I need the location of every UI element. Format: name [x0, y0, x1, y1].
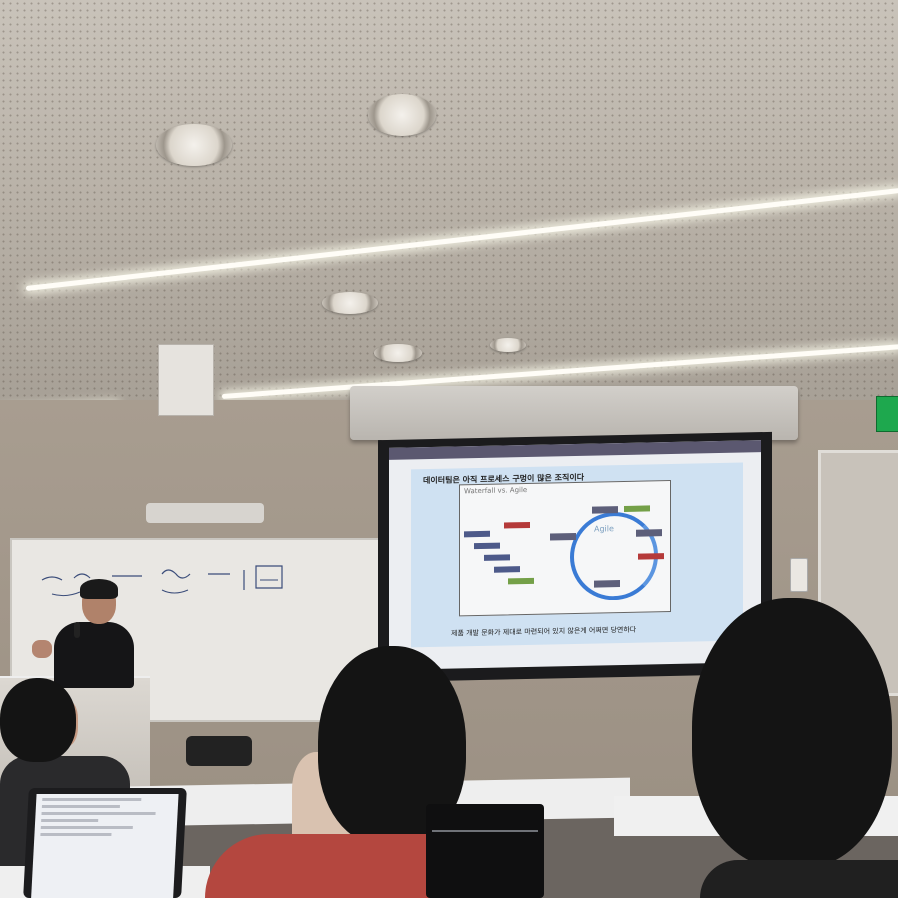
agile-step: [592, 506, 618, 514]
ceiling-vent: [156, 124, 232, 166]
waterfall-step: [464, 530, 490, 538]
chair: [186, 736, 252, 766]
projector-screen: 데이터팀은 아직 프로세스 구멍이 많은 조직이다 Waterfall vs. …: [389, 440, 761, 670]
agile-step: [636, 529, 662, 537]
ceiling: [0, 0, 898, 430]
presenter-hair: [80, 579, 118, 599]
audience-member-right-head: [692, 598, 892, 868]
ceiling-vent: [368, 94, 436, 136]
ceiling-vent: [322, 292, 378, 314]
wall-speaker: [158, 344, 214, 416]
microphone-icon: [74, 622, 80, 638]
laptop-edge-highlight: [432, 830, 538, 832]
audience-member-right-body: [700, 860, 898, 898]
wall-switch: [790, 558, 808, 592]
agile-step: [550, 532, 576, 541]
ceiling-vent: [490, 338, 526, 352]
agile-step: [624, 505, 650, 512]
audience-member-left-head: [0, 678, 76, 762]
presenter-body: [54, 622, 134, 688]
agile-note: [638, 553, 664, 560]
waterfall-step: [484, 554, 510, 561]
waterfall-note: [504, 521, 530, 529]
laptop-screen: [31, 794, 179, 898]
exit-sign-icon: [876, 396, 898, 432]
waterfall-step: [494, 566, 520, 573]
waterfall-step: [508, 577, 534, 585]
diagram-title: Waterfall vs. Agile: [464, 486, 528, 496]
slide-caption: 제품 개발 문화가 제대로 마련되어 있지 않은게 어쩌면 당연하다: [451, 625, 637, 638]
waterfall-vs-agile-diagram: Waterfall vs. Agile Agile: [459, 479, 671, 617]
conference-camera: [146, 503, 264, 523]
presenter-hand: [32, 640, 52, 658]
waterfall-step: [474, 542, 500, 550]
agile-label: Agile: [594, 524, 614, 534]
agile-step: [594, 580, 620, 588]
laptop: [23, 788, 187, 898]
presentation-slide: 데이터팀은 아직 프로세스 구멍이 많은 조직이다 Waterfall vs. …: [411, 462, 743, 648]
ceiling-vent: [374, 344, 422, 362]
laptop-back: [426, 804, 544, 898]
